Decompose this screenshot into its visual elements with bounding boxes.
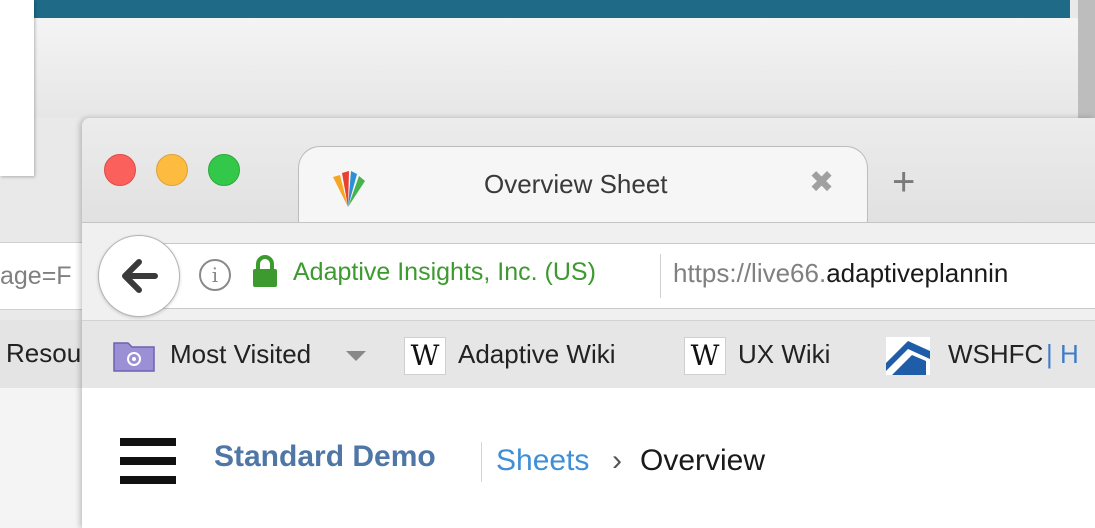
breadcrumb-current-page: Overview [640,444,766,477]
hamburger-menu-icon[interactable] [120,438,176,484]
breadcrumb-divider [481,442,482,482]
site-identity-label[interactable]: Adaptive Insights, Inc. (US) [293,258,596,287]
url-text[interactable]: https://live66.adaptiveplannin [673,258,1008,289]
breadcrumb-chevron-icon: › [612,444,622,477]
back-arrow-icon [122,259,158,293]
background-content [0,388,84,528]
url-domain: adaptiveplannin [826,258,1009,288]
background-bookmark-label[interactable]: Resou [6,338,81,369]
background-panel [0,0,34,176]
folder-icon [113,342,155,372]
bookmarks-toolbar: Most Visited W Adaptive Wiki W UX Wiki W… [82,320,1095,390]
url-prefix: https://live66. [673,258,827,288]
close-window-button[interactable] [104,154,136,186]
bookmark-adaptive-wiki[interactable]: W Adaptive Wiki [404,335,644,375]
wikipedia-icon: W [404,337,446,375]
bookmark-ux-wiki[interactable]: W UX Wiki [684,335,850,375]
zoom-window-button[interactable] [208,154,240,186]
page-content: Standard Demo Sheets › Overview [82,388,1095,528]
background-url-text: age=F [0,262,72,290]
adaptive-insights-logo-icon [333,171,365,207]
back-button[interactable] [98,235,180,317]
bookmark-label: WSHFC [948,339,1044,369]
background-window-chrome [34,18,1080,118]
bookmark-label: Most Visited [170,339,312,369]
tab-bar: Overview Sheet ✖ + [82,118,1095,223]
bookmark-most-visited[interactable]: Most Visited [112,335,370,375]
wshfc-icon [886,337,930,375]
bookmark-wshfc[interactable]: WSHFC | H [886,335,1095,375]
info-icon[interactable]: i [199,259,231,291]
background-window-edge [1078,0,1095,130]
tab-close-icon[interactable]: ✖ [809,165,834,200]
app-name[interactable]: Standard Demo [214,440,436,474]
url-separator [660,254,661,298]
chevron-down-icon [346,351,366,361]
tab-title: Overview Sheet [484,169,668,199]
bookmark-label: UX Wiki [738,339,831,369]
wikipedia-icon: W [684,337,726,375]
bookmark-label: Adaptive Wiki [458,339,616,369]
background-title-bar [34,0,1070,18]
new-tab-button[interactable]: + [892,162,915,202]
lock-icon [253,255,277,287]
bookmark-overflow-text: | H [1046,339,1079,369]
navigation-toolbar: i Adaptive Insights, Inc. (US) https://l… [82,222,1095,321]
url-bar[interactable]: i Adaptive Insights, Inc. (US) https://l… [142,243,1095,309]
breadcrumb-sheets-link[interactable]: Sheets [496,444,589,478]
minimize-window-button[interactable] [156,154,188,186]
tab-overview-sheet[interactable]: Overview Sheet ✖ [298,146,868,223]
browser-window: Overview Sheet ✖ + i Adaptive Insights, … [82,118,1095,528]
